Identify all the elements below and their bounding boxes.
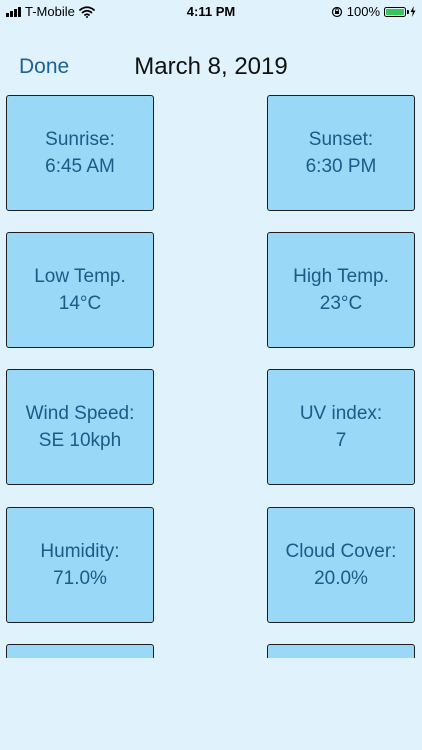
uv-index-tile: UV index: 7 (267, 369, 415, 485)
orientation-lock-icon (331, 6, 342, 17)
tile-label: Sunset: (308, 129, 374, 150)
nav-bar: Done March 8, 2019 (0, 50, 422, 86)
page-title: March 8, 2019 (134, 53, 288, 80)
cloud-cover-tile: Cloud Cover: 20.0% (267, 507, 415, 623)
tile-label: Cloud Cover: (285, 541, 397, 562)
tile-value: 6:45 AM (45, 156, 115, 177)
tile-value: 7 (335, 430, 347, 451)
tile-label: Sunrise: (45, 129, 115, 150)
tile-value: 6:30 PM (305, 156, 377, 177)
tile-label: Wind Speed: (25, 403, 135, 424)
low-temp-tile: Low Temp. 14°C (6, 232, 154, 348)
tile-label: High Temp. (293, 266, 389, 287)
wind-speed-tile: Wind Speed: SE 10kph (6, 369, 154, 485)
sunrise-tile: Sunrise: 6:45 AM (6, 95, 154, 211)
tile-value: 20.0% (314, 568, 368, 589)
tile-label: Humidity: (40, 541, 120, 562)
battery-icon (384, 6, 409, 17)
tile-value: SE 10kph (38, 430, 122, 451)
partial-tile (6, 644, 154, 658)
partial-tile (267, 644, 415, 658)
tile-value: 23°C (319, 293, 363, 314)
charging-bolt-icon (410, 6, 416, 17)
status-right: 100% (331, 4, 416, 19)
tile-value: 71.0% (53, 568, 107, 589)
battery-fill (386, 8, 404, 15)
humidity-tile: Humidity: 71.0% (6, 507, 154, 623)
status-bar: T-Mobile 4:11 PM 100% (0, 0, 422, 22)
battery-percent: 100% (346, 4, 380, 19)
battery-cap (407, 9, 409, 14)
sunset-tile: Sunset: 6:30 PM (267, 95, 415, 211)
tile-label: UV index: (299, 403, 383, 424)
tile-value: 14°C (58, 293, 102, 314)
weather-details-grid[interactable]: Sunrise: 6:45 AM Sunset: 6:30 PM Low Tem… (0, 93, 422, 658)
tile-label: Low Temp. (34, 266, 126, 287)
high-temp-tile: High Temp. 23°C (267, 232, 415, 348)
